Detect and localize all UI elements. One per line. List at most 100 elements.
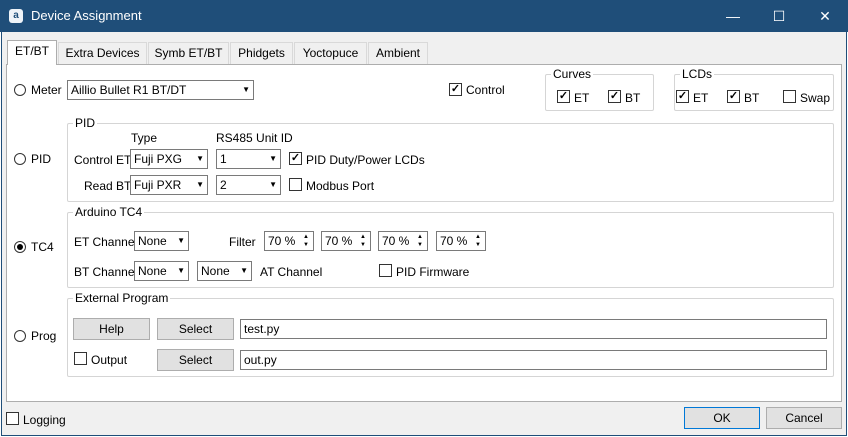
modbus-port-label: Modbus Port <box>306 179 375 193</box>
output-label: Output <box>91 353 128 367</box>
et-channel-select[interactable]: None ▼ <box>134 231 189 251</box>
lcds-swap-label: Swap <box>800 91 831 105</box>
check-icon: ✓ <box>290 152 301 164</box>
pid-control-unit-value: 1 <box>220 152 227 166</box>
chevron-down-icon: ▼ <box>196 154 204 163</box>
tc4-radio[interactable] <box>14 241 26 253</box>
lcds-bt-checkbox[interactable]: ✓ <box>727 90 740 103</box>
output-checkbox[interactable] <box>74 352 87 365</box>
filter-3-spinbox[interactable]: 70 % ▲ ▼ <box>378 231 428 251</box>
title-bar: a Device Assignment — ☐ ✕ <box>0 0 848 32</box>
curves-bt-label: BT <box>625 91 641 105</box>
filter-4-value: 70 % <box>440 234 468 248</box>
check-icon: ✓ <box>558 90 569 102</box>
tc4-radio-label: TC4 <box>31 240 54 254</box>
chevron-down-icon: ▼ <box>196 180 204 189</box>
meter-label: Meter <box>31 83 62 97</box>
pid-unit-header: RS485 Unit ID <box>216 131 293 145</box>
spin-arrows-icon[interactable]: ▲ ▼ <box>415 233 425 249</box>
app-icon: a <box>9 9 23 23</box>
pid-type-header: Type <box>131 131 158 145</box>
control-label: Control <box>466 83 505 97</box>
pid-control-type-select[interactable]: Fuji PXG ▼ <box>130 149 208 169</box>
lcds-swap-checkbox[interactable] <box>783 90 796 103</box>
prog-radio[interactable] <box>14 330 26 342</box>
program-path-input[interactable]: test.py <box>240 319 827 339</box>
meter-device-select[interactable]: Aillio Bullet R1 BT/DT ▼ <box>67 80 254 100</box>
logging-label: Logging <box>23 413 66 427</box>
logging-checkbox[interactable] <box>6 412 19 425</box>
curves-et-label: ET <box>574 91 590 105</box>
filter-3-value: 70 % <box>382 234 410 248</box>
at-channel-select[interactable]: None ▼ <box>197 261 252 281</box>
modbus-port-checkbox[interactable] <box>289 178 302 191</box>
filter-4-spinbox[interactable]: 70 % ▲ ▼ <box>436 231 486 251</box>
output-select-button[interactable]: Select <box>157 349 234 371</box>
pid-radio[interactable] <box>14 153 26 165</box>
filter-2-spinbox[interactable]: 70 % ▲ ▼ <box>321 231 371 251</box>
output-path-input[interactable]: out.py <box>240 350 827 370</box>
bt-channel-value: None <box>138 264 167 278</box>
tab-symb-et-bt[interactable]: Symb ET/BT <box>148 42 229 64</box>
tab-yoctopuce[interactable]: Yoctopuce <box>294 42 367 64</box>
check-icon: ✓ <box>450 83 461 95</box>
lcds-title: LCDs <box>680 67 715 81</box>
pid-firmware-checkbox[interactable] <box>379 264 392 277</box>
spin-arrows-icon[interactable]: ▲ ▼ <box>358 233 368 249</box>
bt-channel-label: BT Channel <box>74 265 138 279</box>
tab-phidgets[interactable]: Phidgets <box>230 42 293 64</box>
pid-firmware-label: PID Firmware <box>396 265 470 279</box>
curves-bt-checkbox[interactable]: ✓ <box>608 90 621 103</box>
et-channel-value: None <box>138 234 167 248</box>
filter-1-value: 70 % <box>268 234 296 248</box>
pid-read-type-value: Fuji PXR <box>134 178 182 192</box>
pid-read-bt-label: Read BT <box>84 179 132 193</box>
filter-2-value: 70 % <box>325 234 353 248</box>
tab-ambient[interactable]: Ambient <box>368 42 428 64</box>
prog-radio-label: Prog <box>31 329 57 343</box>
chevron-down-icon: ▼ <box>177 266 185 275</box>
pid-radio-label: PID <box>31 152 52 166</box>
tab-et-bt[interactable]: ET/BT <box>7 40 57 65</box>
chevron-down-icon: ▼ <box>269 180 277 189</box>
tab-extra-devices[interactable]: Extra Devices <box>58 42 147 64</box>
chevron-down-icon: ▼ <box>242 85 250 94</box>
pid-control-type-value: Fuji PXG <box>134 152 183 166</box>
chevron-down-icon: ▼ <box>240 266 248 275</box>
help-button[interactable]: Help <box>73 318 150 340</box>
bt-channel-select[interactable]: None ▼ <box>134 261 189 281</box>
spin-arrows-icon[interactable]: ▲ ▼ <box>301 233 311 249</box>
meter-radio[interactable] <box>14 84 26 96</box>
minimize-icon[interactable]: — <box>710 0 756 32</box>
chevron-down-icon: ▼ <box>177 236 185 245</box>
pid-duty-lcds-checkbox[interactable]: ✓ <box>289 152 302 165</box>
cancel-button[interactable]: Cancel <box>766 407 842 429</box>
at-channel-label: AT Channel <box>260 265 323 279</box>
lcds-bt-label: BT <box>744 91 760 105</box>
tc4-group-title: Arduino TC4 <box>73 205 145 219</box>
check-icon: ✓ <box>609 90 620 102</box>
filter-1-spinbox[interactable]: 70 % ▲ ▼ <box>264 231 314 251</box>
lcds-et-label: ET <box>693 91 709 105</box>
check-icon: ✓ <box>728 90 739 102</box>
control-checkbox[interactable]: ✓ <box>449 83 462 96</box>
external-program-title: External Program <box>73 291 171 305</box>
chevron-down-icon: ▼ <box>269 154 277 163</box>
pid-read-type-select[interactable]: Fuji PXR ▼ <box>130 175 208 195</box>
window-title: Device Assignment <box>31 8 142 23</box>
ok-button[interactable]: OK <box>684 407 760 429</box>
curves-et-checkbox[interactable]: ✓ <box>557 90 570 103</box>
pid-duty-lcds-label: PID Duty/Power LCDs <box>306 153 425 167</box>
filter-label: Filter <box>229 235 256 249</box>
curves-title: Curves <box>551 67 594 81</box>
lcds-et-checkbox[interactable]: ✓ <box>676 90 689 103</box>
maximize-icon[interactable]: ☐ <box>756 0 802 32</box>
pid-read-unit-select[interactable]: 2 ▼ <box>216 175 281 195</box>
at-channel-value: None <box>201 264 230 278</box>
pid-group-title: PID <box>73 116 98 130</box>
et-channel-label: ET Channel <box>74 235 138 249</box>
program-select-button[interactable]: Select <box>157 318 234 340</box>
spin-arrows-icon[interactable]: ▲ ▼ <box>473 233 483 249</box>
pid-control-unit-select[interactable]: 1 ▼ <box>216 149 281 169</box>
close-icon[interactable]: ✕ <box>802 0 848 32</box>
